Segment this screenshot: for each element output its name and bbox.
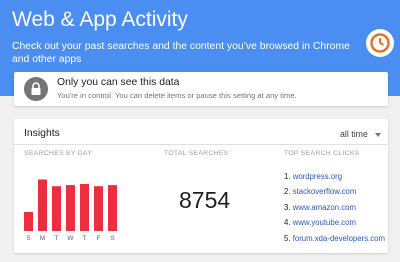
site-link[interactable]: stackoverflow.com	[293, 187, 357, 196]
day-label-0: S	[26, 235, 31, 242]
searches-by-day-chart: SMTWTFS	[24, 179, 117, 242]
total-searches-value: 8754	[179, 187, 231, 213]
lock-icon	[31, 82, 41, 95]
bar-5	[94, 186, 103, 231]
list-item[interactable]: 2. stackoverflow.com	[284, 184, 385, 199]
site-link[interactable]: forum.xda-developers.com	[293, 234, 385, 243]
privacy-title: Only you can see this data	[57, 77, 180, 88]
day-label-1: M	[40, 235, 45, 242]
page-title: Web & App Activity	[12, 8, 188, 31]
activity-controls-button[interactable]	[366, 29, 394, 57]
insights-card: Insights all time SEARCHES BY DAY TOTAL …	[14, 119, 388, 253]
privacy-card: Only you can see this data You're in con…	[14, 72, 388, 106]
bar-4	[80, 183, 89, 231]
lock-badge	[24, 77, 48, 101]
searches-by-day-label: SEARCHES BY DAY	[24, 150, 93, 157]
divider	[14, 144, 388, 145]
site-link[interactable]: www.youtube.com	[293, 218, 356, 227]
privacy-description: You're in control. You can delete items …	[57, 91, 297, 100]
bar-6	[108, 185, 117, 231]
top-clicks-label: TOP SEARCH CLICKS	[284, 150, 360, 157]
day-label-5: F	[97, 235, 101, 242]
site-link[interactable]: wordpress.org	[293, 172, 342, 181]
chevron-down-icon[interactable]	[375, 133, 381, 137]
list-item[interactable]: 3. www.amazon.com	[284, 200, 385, 215]
site-link[interactable]: www.amazon.com	[293, 203, 356, 212]
day-label-6: S	[110, 235, 115, 242]
bar-1	[38, 179, 47, 231]
day-label-3: W	[67, 235, 74, 242]
total-searches-label: TOTAL SEARCHES	[164, 150, 229, 157]
day-label-2: T	[55, 235, 59, 242]
time-range-dropdown[interactable]: all time	[340, 129, 368, 139]
top-clicks-list: 1. wordpress.org 2. stackoverflow.com 3.…	[284, 169, 385, 246]
bar-2	[52, 186, 61, 231]
page-subtitle: Check out your past searches and the con…	[12, 41, 350, 65]
clock-icon	[370, 33, 390, 53]
list-item[interactable]: 1. wordpress.org	[284, 169, 385, 184]
bar-0	[24, 211, 33, 231]
bar-3	[66, 185, 75, 231]
list-item[interactable]: 5. forum.xda-developers.com	[284, 231, 385, 246]
list-item[interactable]: 4. www.youtube.com	[284, 215, 385, 230]
insights-title: Insights	[24, 128, 60, 139]
day-label-4: T	[83, 235, 87, 242]
